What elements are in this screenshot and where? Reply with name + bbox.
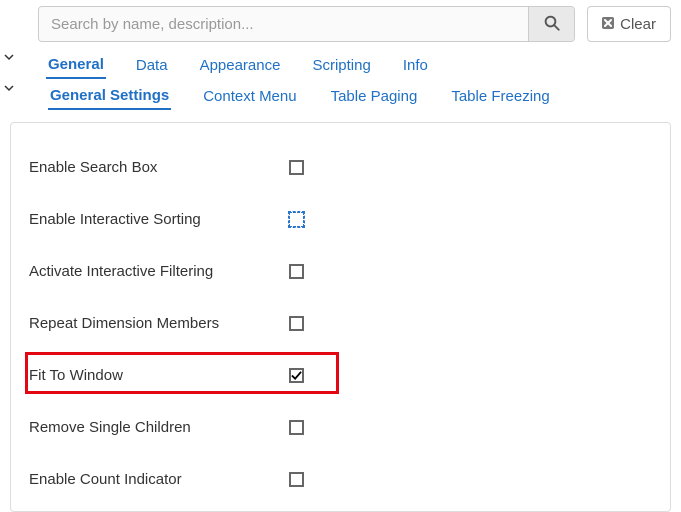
- option-checkbox[interactable]: [289, 264, 304, 279]
- tab-label: General Settings: [50, 87, 169, 104]
- option-label: Repeat Dimension Members: [29, 315, 289, 332]
- option-row: Activate Interactive Filtering: [29, 245, 652, 297]
- tab-general[interactable]: General: [46, 52, 106, 79]
- option-checkbox[interactable]: [289, 160, 304, 175]
- tab-context-menu[interactable]: Context Menu: [201, 83, 298, 110]
- tab-label: Appearance: [200, 57, 281, 74]
- tab-label: Data: [136, 57, 168, 74]
- tab-label: General: [48, 56, 104, 73]
- tab-scripting[interactable]: Scripting: [310, 52, 372, 79]
- close-icon: [602, 16, 614, 33]
- tab-data[interactable]: Data: [134, 52, 170, 79]
- option-checkbox[interactable]: [289, 316, 304, 331]
- chevron-down-icon: [4, 83, 12, 91]
- option-label: Remove Single Children: [29, 419, 289, 436]
- tab-info[interactable]: Info: [401, 52, 430, 79]
- search-input-group: [38, 6, 575, 42]
- option-label: Activate Interactive Filtering: [29, 263, 289, 280]
- tab-label: Table Freezing: [451, 88, 549, 105]
- option-checkbox[interactable]: [289, 420, 304, 435]
- primary-tab-row: General Data Appearance Scripting Info: [0, 52, 671, 79]
- tab-table-freezing[interactable]: Table Freezing: [449, 83, 551, 110]
- option-label: Fit To Window: [29, 367, 289, 384]
- option-row: Enable Count Indicator: [29, 453, 652, 505]
- option-row: Fit To Window: [29, 349, 652, 401]
- option-label: Enable Search Box: [29, 159, 289, 176]
- option-label: Enable Interactive Sorting: [29, 211, 289, 228]
- option-row: Remove Single Children: [29, 401, 652, 453]
- option-checkbox[interactable]: [289, 212, 304, 227]
- tab-appearance[interactable]: Appearance: [198, 52, 283, 79]
- tab-label: Info: [403, 57, 428, 74]
- secondary-tab-row: General Settings Context Menu Table Pagi…: [0, 83, 671, 110]
- tab-table-paging[interactable]: Table Paging: [329, 83, 420, 110]
- search-input[interactable]: [39, 7, 528, 41]
- tab-label: Table Paging: [331, 88, 418, 105]
- general-settings-panel: Enable Search Box Enable Interactive Sort…: [10, 122, 671, 512]
- option-checkbox[interactable]: [289, 368, 304, 383]
- tab-label: Context Menu: [203, 88, 296, 105]
- option-label: Enable Count Indicator: [29, 471, 289, 488]
- tab-label: Scripting: [312, 57, 370, 74]
- tab-general-settings[interactable]: General Settings: [48, 83, 171, 110]
- clear-button[interactable]: Clear: [587, 6, 671, 42]
- option-checkbox[interactable]: [289, 472, 304, 487]
- option-row: Enable Interactive Sorting: [29, 193, 652, 245]
- search-bar-row: Clear: [0, 6, 671, 42]
- option-row: Enable Search Box: [29, 141, 652, 193]
- search-icon: [543, 14, 561, 35]
- clear-button-label: Clear: [620, 16, 656, 33]
- option-row: Repeat Dimension Members: [29, 297, 652, 349]
- chevron-down-icon: [4, 52, 12, 60]
- search-button[interactable]: [528, 7, 574, 41]
